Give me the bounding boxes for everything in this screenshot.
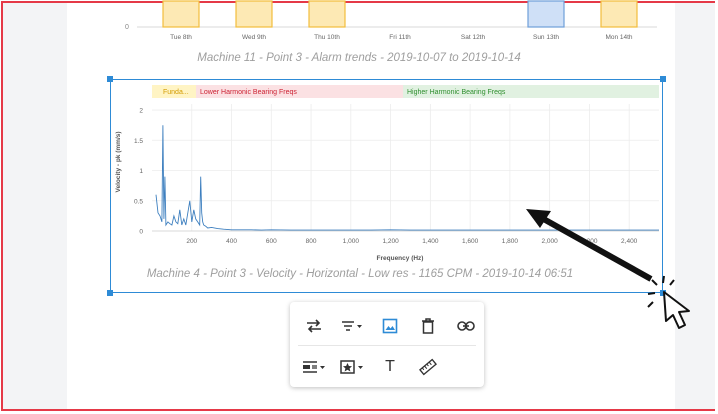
band-higher-label: Higher Harmonic Bearing Freqs [407, 89, 506, 96]
x-tick-label: 1,000 [343, 238, 360, 245]
ruler-icon [419, 358, 437, 376]
delete-button[interactable] [410, 312, 446, 340]
day-label: Sun 13th [533, 34, 559, 41]
band-fundamental-label: Funda... [163, 89, 189, 96]
y-tick-label: 0.5 [134, 198, 143, 205]
y-tick-label: 1.5 [134, 138, 143, 145]
x-tick-label: 600 [266, 238, 277, 245]
day-label: Sat 12th [461, 34, 486, 41]
text-icon: T [385, 358, 395, 375]
x-axis-ticks: 200 400 600 800 1,000 1,200 1,400 1,600 1,800 2,0… [186, 238, 637, 245]
resize-handle-bottom-left[interactable] [107, 290, 113, 296]
band-lower-label: Lower Harmonic Bearing Freqs [200, 89, 297, 96]
resize-handle-top-right[interactable] [660, 76, 666, 82]
ruler-button[interactable] [410, 353, 446, 381]
alarm-bar [162, 0, 200, 28]
x-tick-label: 800 [306, 238, 317, 245]
grid [152, 104, 659, 232]
resize-handle-bottom-right[interactable] [660, 290, 666, 296]
image-icon [382, 318, 398, 334]
text-button[interactable]: T [372, 353, 408, 381]
spectrum-chart: Funda... Lower Harmonic Bearing Freqs Hi… [115, 85, 659, 262]
y-axis-ticks: 0 0.5 1 1.5 2 [134, 108, 143, 236]
day-label: Fri 11th [389, 34, 411, 41]
swap-icon [307, 319, 321, 333]
resize-handle-top-left[interactable] [107, 76, 113, 82]
swap-button[interactable] [296, 312, 332, 340]
alarm-bar [600, 0, 638, 28]
x-axis-label: Frequency (Hz) [377, 255, 424, 262]
x-tick-label: 1,200 [382, 238, 399, 245]
y-tick-label: 0 [139, 229, 143, 236]
image-button[interactable] [372, 312, 408, 340]
alarm-bar [308, 0, 346, 28]
filter-dropdown-icon [342, 321, 362, 331]
y-axis-label: Velocity - pk (mm/s) [115, 131, 122, 192]
spectrum-caption: Machine 4 - Point 3 - Velocity - Horizon… [146, 268, 574, 280]
x-tick-label: 1,800 [502, 238, 519, 245]
badge-dropdown-button[interactable] [334, 353, 370, 381]
day-label: Mon 14th [605, 34, 632, 41]
y-axis-tick-0: 0 [125, 24, 129, 31]
x-tick-label: 2,200 [581, 238, 598, 245]
filter-dropdown-button[interactable] [334, 312, 370, 340]
selected-image-frame[interactable]: Funda... Lower Harmonic Bearing Freqs Hi… [110, 79, 663, 293]
day-label: Wed 9th [242, 34, 266, 41]
x-tick-label: 1,400 [422, 238, 439, 245]
x-tick-label: 2,000 [542, 238, 559, 245]
x-tick-label: 200 [186, 238, 197, 245]
x-tick-label: 1,600 [462, 238, 479, 245]
alarm-trends-chart: 0 Tue 8th Wed 9th Thu 10th Fri 11th Sat 12th… [125, 0, 657, 41]
y-tick-label: 1 [139, 168, 143, 175]
alarm-chart-caption: Machine 11 - Point 3 - Alarm trends - 20… [197, 52, 521, 64]
image-toolbar: T [290, 302, 484, 387]
badge-dropdown-icon [340, 360, 363, 374]
delete-icon [422, 318, 434, 334]
x-tick-label: 400 [226, 238, 237, 245]
toolbar-divider [298, 345, 476, 346]
alarm-bar [527, 0, 565, 28]
y-tick-label: 2 [139, 108, 143, 115]
link-button[interactable] [448, 312, 484, 340]
align-dropdown-button[interactable] [296, 353, 332, 381]
x-tick-label: 2,400 [621, 238, 638, 245]
alarm-bar [235, 0, 273, 28]
alarm-bars [162, 0, 638, 28]
day-label: Tue 8th [170, 34, 192, 41]
day-label: Thu 10th [314, 34, 340, 41]
link-icon [457, 321, 475, 331]
day-labels: Tue 8th Wed 9th Thu 10th Fri 11th Sat 12th Su… [170, 34, 633, 41]
align-dropdown-icon [303, 361, 325, 373]
